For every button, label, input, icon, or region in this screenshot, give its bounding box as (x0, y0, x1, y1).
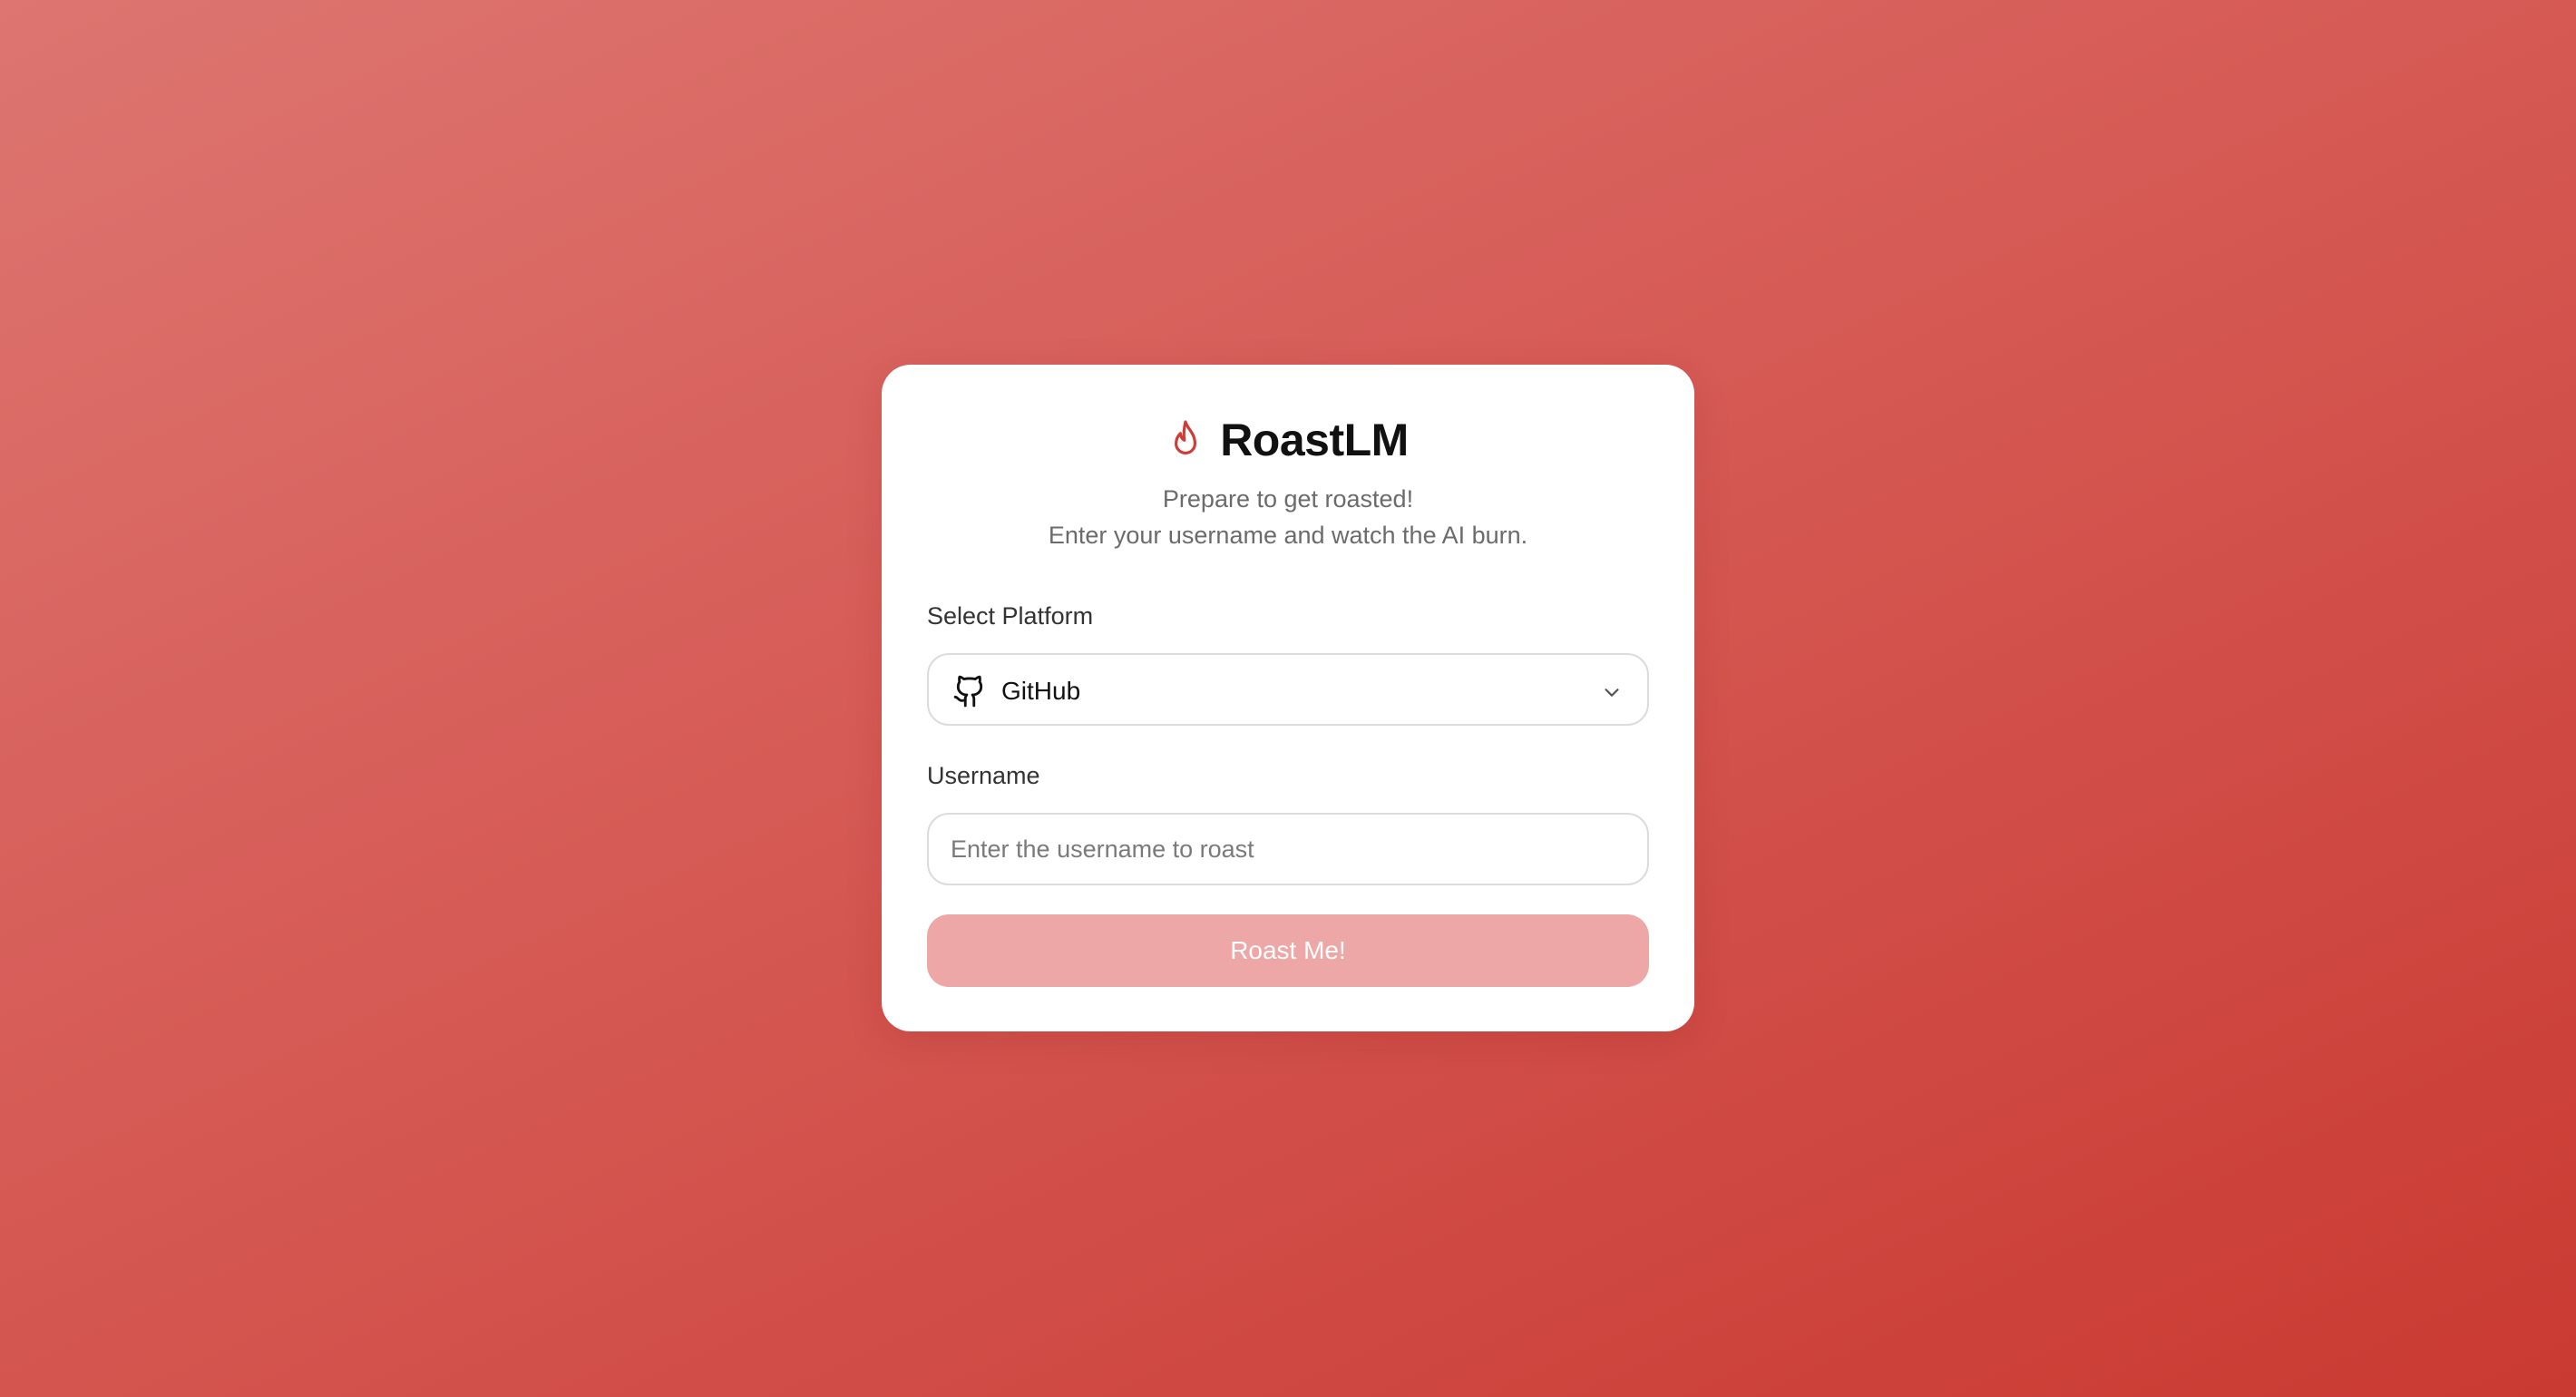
app-title: RoastLM (1220, 415, 1409, 465)
subtitle-line-1: Prepare to get roasted! (1162, 485, 1414, 513)
platform-selected-value: GitHub (1001, 677, 1081, 705)
username-input[interactable] (927, 813, 1649, 885)
page-background: { "app": { "title": "RoastLM", "icon": "… (0, 0, 2576, 1397)
brand-header: RoastLM (882, 412, 1694, 468)
subtitle: Prepare to get roasted! Enter your usern… (882, 481, 1694, 553)
github-icon (953, 675, 983, 708)
username-label: Username (927, 762, 1040, 789)
chevron-down-icon (1605, 689, 1619, 697)
flame-icon (1175, 420, 1197, 454)
subtitle-line-2: Enter your username and watch the AI bur… (1048, 522, 1528, 549)
roast-form-card: RoastLM Prepare to get roasted! Enter yo… (882, 365, 1694, 1031)
roast-me-button[interactable]: Roast Me! (927, 914, 1649, 987)
platform-select[interactable]: GitHub (927, 653, 1649, 726)
platform-label: Select Platform (927, 602, 1094, 630)
